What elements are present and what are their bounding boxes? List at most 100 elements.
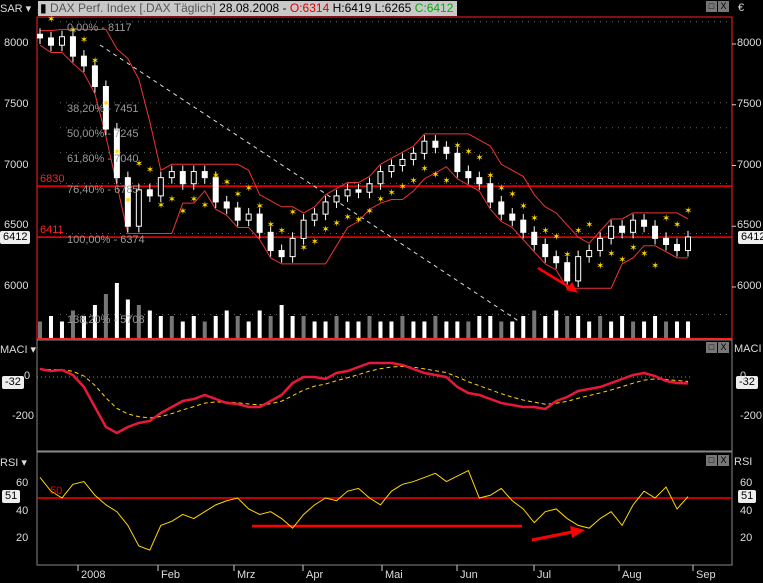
volume-bar	[191, 316, 196, 338]
volume-bar	[180, 321, 185, 338]
volume-bar	[367, 316, 372, 338]
candle-body	[685, 236, 691, 252]
volume-bar	[158, 316, 163, 338]
sar-marker: ✶	[80, 35, 88, 46]
rsi-panel-frame	[36, 451, 733, 566]
macd-line	[39, 361, 689, 435]
volume-bar	[488, 316, 493, 338]
sar-marker: ✶	[267, 220, 275, 231]
macd-close-button[interactable]: X	[718, 342, 729, 353]
rsi-maximize-button[interactable]: □	[706, 455, 717, 466]
x-tick-label: Aug	[622, 569, 642, 581]
x-tick-label: Jun	[460, 569, 478, 581]
fib-label: 76,40% - 6785	[67, 183, 139, 196]
sar-marker: ✶	[212, 171, 220, 182]
candle-body	[652, 225, 659, 239]
volume-bar	[224, 310, 229, 338]
candle-body	[69, 36, 76, 57]
candle-body	[520, 219, 527, 233]
candle-body	[553, 256, 560, 264]
fib-label: 100,00% - 6374	[67, 233, 145, 246]
volume-bar	[257, 310, 262, 338]
sar-marker: ✶	[431, 170, 439, 181]
fib-label: 38,20% - 7451	[67, 102, 139, 115]
low-value: L:6265	[374, 1, 412, 15]
volume-bar	[147, 310, 152, 338]
sar-marker: ✶	[146, 165, 154, 176]
x-tick-label: Apr	[306, 569, 324, 581]
candle-body	[355, 189, 362, 193]
sar-marker: ✶	[585, 220, 593, 231]
volume-bar	[510, 321, 515, 338]
candle-body	[641, 219, 648, 227]
sar-marker: ✶	[552, 232, 560, 243]
volume-bar	[334, 316, 339, 338]
candle-body	[344, 189, 351, 197]
sar-marker: ✶	[47, 14, 55, 25]
sar-marker: ✶	[322, 225, 330, 236]
sar-marker: ✶	[344, 213, 352, 224]
candle-body	[465, 171, 472, 179]
volume-bar	[213, 316, 218, 338]
sar-marker: ✶	[442, 176, 450, 187]
sar-marker: ✶	[234, 189, 242, 200]
x-tick-label: 2008	[81, 569, 106, 581]
candle-body	[223, 201, 230, 209]
volume-bar	[235, 316, 240, 338]
volume-bar	[587, 321, 592, 338]
candle-body	[608, 225, 615, 239]
y-tick-label-right: 6500	[737, 219, 762, 232]
candle-body	[267, 231, 274, 252]
volume-bar	[598, 316, 603, 338]
rsi-dropdown[interactable]: RSI ▾	[0, 456, 27, 469]
sar-marker: ✶	[245, 183, 253, 194]
macd-dropdown[interactable]: MACI ▾	[0, 343, 36, 356]
volume-bar	[48, 316, 53, 338]
sar-marker: ✶	[640, 249, 648, 260]
sar-marker: ✶	[629, 243, 637, 254]
rsi-close-button[interactable]: X	[718, 455, 729, 466]
y-tick-label-left: 6500	[4, 219, 29, 232]
x-tick-label: Feb	[161, 569, 180, 581]
sar-marker: ✶	[662, 214, 670, 225]
y-tick-label-left: 8000	[4, 37, 29, 49]
sar-marker: ✶	[618, 255, 626, 266]
y-tick-label-right: 7000	[737, 158, 762, 171]
fib-label: 0,00% - 8117	[67, 21, 132, 34]
sar-marker: ✶	[519, 202, 527, 213]
volume-bar	[323, 321, 328, 338]
rsi-arrow	[531, 530, 573, 542]
rsi-tick-left: 60	[16, 477, 29, 490]
candle-body	[498, 201, 505, 215]
macd-maximize-button[interactable]: □	[706, 342, 717, 353]
candle-body	[58, 36, 65, 46]
sar-marker: ✶	[607, 249, 615, 260]
candle-body	[487, 183, 494, 203]
close-button[interactable]: X	[718, 1, 729, 12]
candle-body	[586, 250, 593, 258]
y-tick-label-right: 8000	[737, 37, 762, 49]
y-tick-label-right: 7500	[737, 97, 762, 110]
volume-bar	[686, 321, 690, 338]
volume-bar	[532, 310, 537, 338]
sar-marker: ✶	[179, 206, 187, 217]
open-value: O:6314	[289, 1, 330, 15]
volume-bar	[609, 321, 614, 338]
sar-marker: ✶	[651, 261, 659, 272]
sar-marker: ✶	[673, 220, 681, 231]
sar-marker: ✶	[376, 194, 384, 205]
rsi-tick-left: 20	[16, 532, 29, 545]
candle-body	[377, 171, 384, 185]
candle-body	[366, 183, 373, 193]
volume-bar	[301, 316, 306, 338]
sar-marker: ✶	[409, 176, 417, 187]
maximize-button[interactable]: □	[706, 1, 717, 12]
sar-marker: ✶	[201, 200, 209, 211]
indicator-dropdown[interactable]: SAR ▾	[0, 2, 31, 15]
candle-body	[37, 33, 43, 39]
candle-body	[476, 177, 483, 185]
sar-marker: ✶	[333, 219, 341, 230]
volume-bar	[268, 316, 273, 338]
candle-body	[454, 152, 461, 173]
volume-bar	[378, 321, 383, 338]
